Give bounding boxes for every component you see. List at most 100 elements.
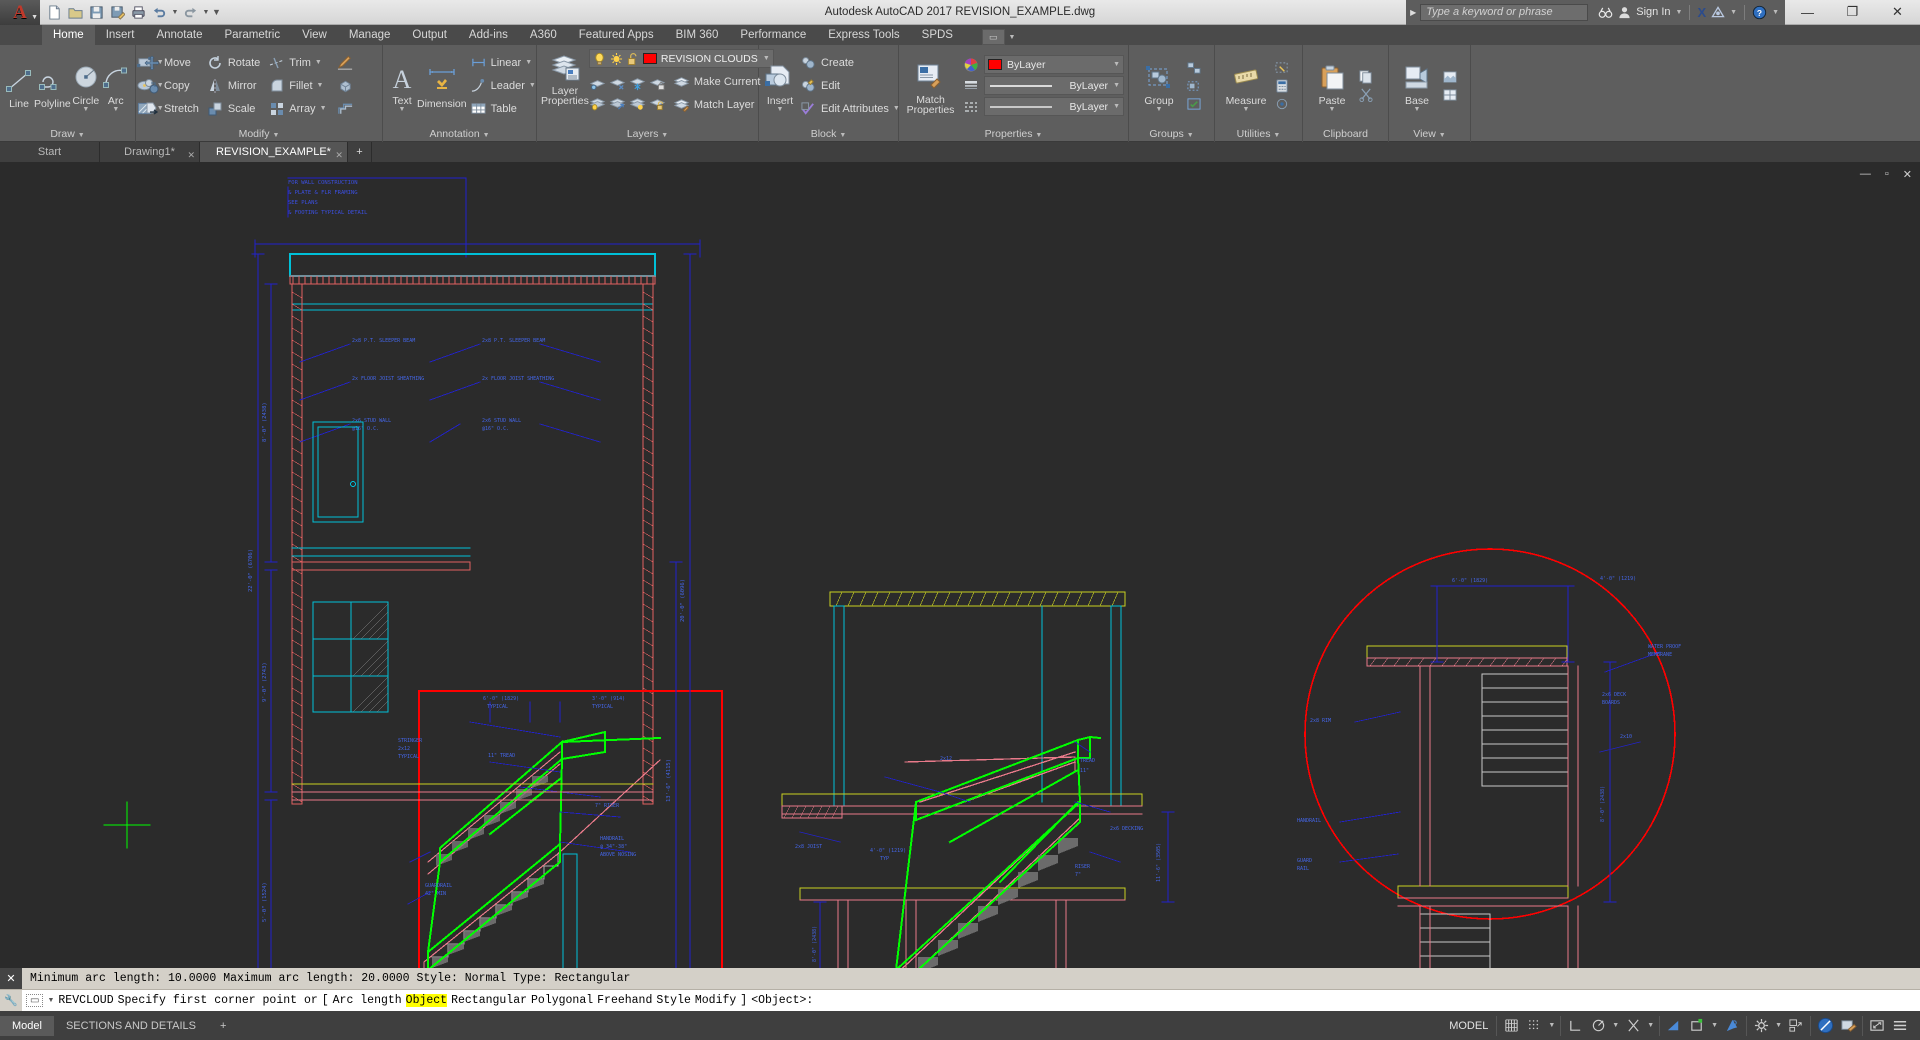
chevron-down-icon[interactable]: ▼ (317, 82, 324, 89)
current-layer-combo[interactable]: REVISION CLOUDS ▼ (589, 49, 774, 68)
linetype-combo[interactable]: ByLayer ▼ (984, 97, 1124, 116)
insert-block-button[interactable]: Insert ▼ (763, 58, 797, 113)
table-button[interactable]: Table (467, 97, 539, 120)
command-option-rectangular[interactable]: Rectangular (451, 994, 527, 1007)
viewport-config-icon[interactable] (1441, 86, 1459, 104)
redo-icon[interactable] (181, 3, 200, 22)
ribbon-tab-addins[interactable]: Add-ins (458, 25, 519, 45)
arc-button[interactable]: Arc ▼ (101, 58, 131, 113)
copy-clip-icon[interactable] (1357, 68, 1375, 86)
hardware-accel-icon[interactable] (1839, 1017, 1857, 1035)
grid-display-icon[interactable] (1502, 1017, 1520, 1035)
layer-color-swatch[interactable] (643, 53, 657, 64)
snap-dropdown-icon[interactable]: ▼ (1548, 1022, 1555, 1029)
erase-button[interactable] (334, 51, 357, 74)
layer-properties-button[interactable]: LayerProperties (541, 48, 589, 106)
panel-title-clipboard[interactable]: Clipboard (1303, 126, 1388, 142)
panel-title-modify[interactable]: Modify ▼ (136, 126, 382, 142)
fillet-button[interactable]: Fillet ▼ (265, 74, 329, 97)
command-option-object[interactable]: Object (406, 994, 447, 1007)
ribbon-display-options[interactable]: ▭ ▼ (982, 29, 1015, 45)
create-block-button[interactable]: Create (797, 51, 903, 74)
panel-title-properties[interactable]: Properties ▼ (899, 126, 1128, 142)
offset-button[interactable] (334, 97, 357, 120)
help-icon[interactable]: ? (1752, 5, 1767, 20)
sign-in-dropdown-icon[interactable]: ▼ (1676, 9, 1683, 16)
lock-icon[interactable] (649, 74, 667, 92)
dimension-button[interactable]: Dimension (417, 61, 467, 110)
chevron-down-icon[interactable]: ▼ (1243, 107, 1250, 113)
chevron-down-icon[interactable]: ▼ (112, 107, 119, 113)
linear-dimension-button[interactable]: Linear ▼ (467, 51, 539, 74)
viewport-minimize-button[interactable]: — (1860, 168, 1871, 181)
search-help-icon[interactable] (1598, 6, 1613, 19)
undo-icon[interactable] (150, 3, 169, 22)
user-avatar-icon[interactable] (1618, 6, 1631, 19)
ribbon-tab-view[interactable]: View (291, 25, 338, 45)
edit-attributes-button[interactable]: Edit Attributes ▼ (797, 97, 903, 120)
new-icon[interactable] (45, 3, 64, 22)
match-properties-button[interactable]: MatchProperties (903, 57, 958, 115)
open-icon[interactable] (66, 3, 85, 22)
rotate-button[interactable]: Rotate (204, 51, 263, 74)
chevron-down-icon[interactable]: ▼ (1414, 107, 1421, 113)
command-close-icon[interactable]: ✕ (0, 968, 22, 989)
unisolate-icon[interactable] (609, 94, 627, 112)
application-menu-button[interactable]: A ▼ (0, 0, 40, 25)
turn-all-on-icon[interactable] (589, 94, 607, 112)
named-views-icon[interactable] (1441, 68, 1459, 86)
ribbon-tab-spds[interactable]: SPDS (911, 25, 964, 45)
file-tab-revision-example[interactable]: REVISION_EXAMPLE* ✕ (200, 142, 348, 162)
group-edit-icon[interactable] (1185, 77, 1203, 95)
mirror-button[interactable]: Mirror (204, 74, 263, 97)
move-button[interactable]: Move (140, 51, 202, 74)
sign-in-button[interactable]: Sign In (1636, 6, 1670, 18)
explode-button[interactable] (334, 74, 357, 97)
quick-select-icon[interactable] (1273, 59, 1291, 77)
osnap-dropdown-icon[interactable]: ▼ (1647, 1022, 1654, 1029)
ribbon-tab-home[interactable]: Home (42, 25, 95, 45)
chevron-down-icon[interactable]: ▼ (777, 107, 784, 113)
ribbon-tab-annotate[interactable]: Annotate (145, 25, 213, 45)
chevron-down-icon[interactable]: ▼ (82, 107, 89, 113)
freeze-icon[interactable] (629, 74, 647, 92)
viewport-restore-button[interactable]: ▫ (1885, 168, 1889, 181)
cut-clip-icon[interactable] (1357, 86, 1375, 104)
file-tab-start[interactable]: Start (0, 142, 100, 162)
search-input[interactable]: Type a keyword or phrase (1420, 4, 1588, 21)
layer-off-icon[interactable] (609, 74, 627, 92)
ribbon-tab-insert[interactable]: Insert (95, 25, 146, 45)
circle-button[interactable]: Circle ▼ (71, 58, 101, 113)
app-dropdown-icon[interactable]: ▼ (1730, 9, 1737, 16)
polar-dropdown-icon[interactable]: ▼ (1612, 1022, 1619, 1029)
panel-title-block[interactable]: Block ▼ (759, 126, 898, 142)
ortho-mode-icon[interactable] (1566, 1017, 1584, 1035)
workspace-dropdown-icon[interactable]: ▼ (1775, 1022, 1782, 1029)
lineweight-combo[interactable]: ByLayer ▼ (984, 76, 1124, 95)
text-button[interactable]: A Text ▼ (387, 58, 417, 113)
file-tab-new[interactable]: + (348, 142, 372, 162)
ribbon-tab-bim360[interactable]: BIM 360 (665, 25, 730, 45)
match-layer-button[interactable]: Match Layer (670, 93, 764, 116)
object-snap-icon[interactable] (1624, 1017, 1642, 1035)
chevron-down-icon[interactable]: ▼ (1329, 107, 1336, 113)
save-icon[interactable] (87, 3, 106, 22)
autodesk-app-icon[interactable] (1711, 6, 1725, 18)
ribbon-tab-output[interactable]: Output (401, 25, 458, 45)
customization-icon[interactable] (1891, 1017, 1909, 1035)
minimize-button[interactable]: — (1785, 0, 1830, 25)
thaw-all-icon[interactable] (629, 94, 647, 112)
customize-qat-icon[interactable]: ▼ (212, 7, 220, 17)
panel-title-layers[interactable]: Layers ▼ (537, 126, 758, 142)
chevron-down-icon[interactable]: ▼ (315, 59, 322, 66)
chevron-down-icon[interactable]: ▼ (1156, 107, 1163, 113)
object-snap-tracking-icon[interactable] (1665, 1017, 1683, 1035)
chevron-down-icon[interactable]: ▼ (529, 82, 536, 89)
quick-calc-icon[interactable] (1273, 77, 1291, 95)
panel-title-view[interactable]: View ▼ (1389, 126, 1470, 142)
space-toggle-button[interactable]: MODEL (1441, 1020, 1496, 1032)
lightbulb-icon[interactable] (593, 52, 606, 66)
chevron-down-icon[interactable]: ▼ (1113, 61, 1120, 68)
layout-tab-sections-and-details[interactable]: SECTIONS AND DETAILS (54, 1016, 208, 1036)
object-color-combo[interactable]: ByLayer ▼ (984, 55, 1124, 74)
